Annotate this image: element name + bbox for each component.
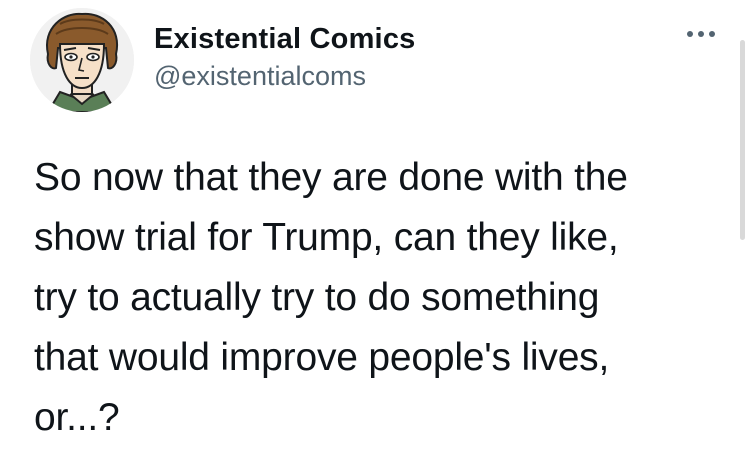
tweet-text-line: or...? [34,396,120,439]
scrollbar[interactable] [740,40,745,240]
tweet-text-line: try to actually try to do something [34,276,600,319]
tweet-text: So now that they are done with the show … [34,148,734,448]
more-horizontal-icon [687,31,715,37]
user-info: Existential Comics @existentialcoms [154,22,415,93]
tweet-text-line: So now that they are done with the [34,156,628,199]
user-handle[interactable]: @existentialcoms [154,59,415,93]
avatar[interactable] [30,8,134,112]
tweet-header: Existential Comics @existentialcoms [30,8,730,112]
more-options-button[interactable] [682,22,722,46]
tweet-text-line: that would improve people's lives, [34,336,610,379]
tweet-text-line: show trial for Trump, can they like, [34,216,619,259]
cartoon-portrait-icon [30,8,134,112]
tweet-card: Existential Comics @existentialcoms So n… [0,0,750,470]
display-name[interactable]: Existential Comics [154,22,415,56]
